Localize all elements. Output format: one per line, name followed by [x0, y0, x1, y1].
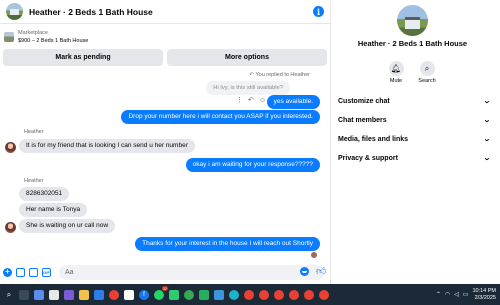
message-bubble-outgoing[interactable]: yes available. — [266, 95, 320, 109]
section-privacy-support[interactable]: Privacy & support ⌄ — [338, 149, 491, 167]
panel-title: Heather · 2 Beds 1 Bath House — [357, 39, 468, 48]
react-icon[interactable]: ☺ — [259, 97, 266, 104]
section-chat-members[interactable]: Chat members ⌄ — [338, 111, 491, 129]
chat-header: Heather · 2 Beds 1 Bath House i — [0, 0, 330, 24]
message-bubble-incoming[interactable]: She is waiting on ur call now — [19, 219, 116, 233]
more-actions-icon[interactable]: ⋮ — [236, 96, 243, 104]
vscode-icon[interactable] — [214, 289, 224, 300]
message-bubble-incoming[interactable]: Her name is Tonya — [19, 203, 88, 217]
store-icon[interactable] — [94, 289, 104, 300]
app-icon[interactable] — [169, 289, 179, 300]
message-bubble-incoming[interactable]: 8286302051 — [19, 187, 70, 201]
widgets-icon[interactable] — [34, 289, 44, 300]
seen-indicator-avatar — [311, 252, 317, 258]
chevron-down-icon: ⌄ — [483, 136, 491, 143]
system-tray: ⌃ ◠ ◁ ▭ 10:14 PM 2/3/2025 — [436, 284, 496, 305]
chrome-icon[interactable] — [304, 289, 314, 300]
info-icon[interactable]: i — [313, 6, 324, 17]
message-bubble-incoming[interactable]: It is for my friend that is looking I ca… — [19, 139, 195, 153]
app-icon[interactable] — [199, 289, 209, 300]
composer: + GIF 👍︎ — [0, 262, 331, 282]
sticker-icon[interactable] — [29, 267, 38, 277]
chevron-down-icon: ⌄ — [483, 98, 491, 105]
chrome-icon[interactable] — [244, 289, 254, 300]
plus-icon[interactable]: + — [3, 267, 12, 277]
message-input[interactable] — [59, 264, 324, 280]
image-icon[interactable] — [16, 267, 25, 277]
chrome-icon[interactable] — [319, 289, 329, 300]
conversation-details-panel: Heather · 2 Beds 1 Bath House 🔔︎ Mute ⌕ … — [332, 0, 500, 284]
conversation-avatar[interactable] — [6, 3, 23, 20]
reply-note: ↶ You replied to Heather — [249, 72, 310, 78]
chrome-icon[interactable] — [259, 289, 269, 300]
conversation-title[interactable]: Heather · 2 Beds 1 Bath House — [29, 7, 313, 17]
mark-as-pending-button[interactable]: Mark as pending — [3, 49, 163, 66]
wifi-icon[interactable]: ◠ — [445, 291, 450, 298]
app-icon[interactable] — [124, 289, 134, 300]
message-thread[interactable]: ↶ You replied to Heather Hi Ivy, is this… — [0, 67, 326, 260]
battery-icon[interactable]: ▭ — [463, 291, 469, 298]
listing-price-title: $900 – 2 Beds 1 Bath House — [18, 38, 89, 44]
bell-icon: 🔔︎ — [388, 61, 404, 76]
teams-icon[interactable] — [64, 289, 74, 300]
gif-icon[interactable]: GIF — [42, 267, 51, 277]
emoji-icon[interactable] — [300, 267, 309, 276]
section-customize-chat[interactable]: Customize chat ⌄ — [338, 92, 491, 110]
search-button[interactable]: ⌕ Search — [413, 61, 441, 84]
chrome-icon[interactable] — [289, 289, 299, 300]
search-label: Search — [418, 78, 436, 84]
message-bubble-outgoing[interactable]: okay i am waiting for your response????? — [185, 158, 320, 172]
chevron-up-icon[interactable]: ⌃ — [436, 291, 441, 298]
search-icon: ⌕ — [419, 61, 435, 76]
clock-date: 2/3/2025 — [474, 294, 496, 301]
sender-avatar[interactable] — [5, 142, 16, 153]
app-icon[interactable] — [49, 289, 59, 300]
file-explorer-icon[interactable] — [79, 289, 89, 300]
thumbs-up-icon[interactable]: 👍︎ — [316, 265, 326, 277]
chevron-down-icon: ⌄ — [483, 117, 491, 124]
mute-label: Mute — [389, 78, 403, 84]
section-media-files-links[interactable]: Media, files and links ⌄ — [338, 130, 491, 148]
conversation-avatar-large[interactable] — [397, 5, 428, 36]
whatsapp-icon[interactable]: 32 — [154, 285, 168, 300]
volume-icon[interactable]: ◁ — [454, 291, 459, 298]
search-icon[interactable]: ⌕ — [4, 290, 14, 300]
sender-avatar[interactable] — [5, 222, 16, 233]
reply-icon[interactable]: ↶ — [248, 96, 254, 104]
chrome-icon[interactable] — [274, 289, 284, 300]
chrome-icon[interactable] — [109, 289, 119, 300]
edge-icon[interactable] — [229, 289, 239, 300]
taskbar: ⌕ f 32 ⌃ ◠ ◁ ▭ 10:14 PM 2/3/2025 — [0, 284, 500, 305]
message-bubble-outgoing[interactable]: Drop your number here i will contact you… — [121, 110, 320, 124]
mute-button[interactable]: 🔔︎ Mute — [382, 61, 410, 84]
listing-thumbnail — [4, 32, 14, 42]
listing-banner[interactable]: Marketplace $900 – 2 Beds 1 Bath House — [0, 27, 330, 47]
clock[interactable]: 10:14 PM 2/3/2025 — [472, 288, 496, 302]
app-icon[interactable] — [184, 289, 194, 300]
clock-time: 10:14 PM — [472, 287, 496, 294]
listing-label: Marketplace — [18, 30, 48, 36]
chevron-down-icon: ⌄ — [483, 155, 491, 162]
message-hover-tools: ⋮ ↶ ☺ — [236, 96, 266, 105]
sender-name: Heather — [24, 129, 44, 135]
quoted-message[interactable]: Hi Ivy, is this still available? — [206, 81, 290, 95]
facebook-icon[interactable]: f — [139, 289, 149, 300]
more-options-button[interactable]: More options — [167, 49, 327, 66]
message-bubble-outgoing[interactable]: Thanks for your interest in the house I … — [135, 237, 320, 251]
listing-actions: Mark as pending More options — [0, 49, 330, 66]
task-view-icon[interactable] — [19, 289, 29, 300]
sender-name: Heather — [24, 178, 44, 184]
